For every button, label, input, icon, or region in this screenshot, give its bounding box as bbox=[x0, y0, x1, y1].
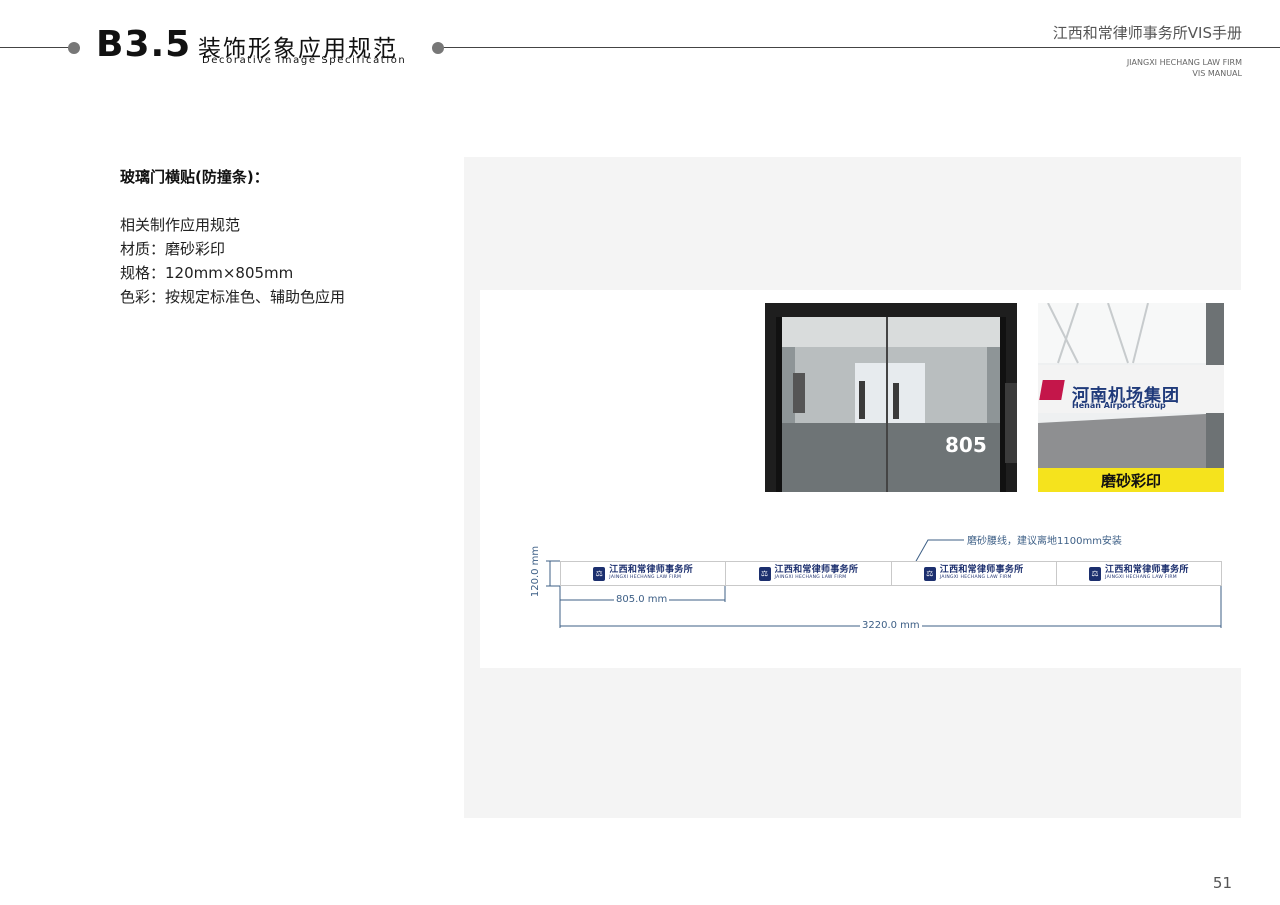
strip-segment: ⚖ 江西和常律师事务所 JAINGXI HECHANG LAW FIRM bbox=[561, 562, 727, 585]
segment-cn: 江西和常律师事务所 bbox=[939, 564, 1024, 575]
glass-door-illustration bbox=[765, 303, 1017, 492]
spec-item: 色彩：按规定标准色、辅助色应用 bbox=[120, 288, 346, 306]
strip-segment: ⚖ 江西和常律师事务所 JAINGXI HECHANG LAW FIRM bbox=[892, 562, 1057, 585]
spec-item: 规格：120mm×805mm bbox=[120, 264, 294, 282]
frosted-print-photo: 河南机场集团 Henan Airport Group 磨砂彩印 bbox=[1038, 303, 1224, 492]
segment-en: JAINGXI HECHANG LAW FIRM bbox=[774, 574, 847, 580]
segment-en: JAINGXI HECHANG LAW FIRM bbox=[609, 574, 682, 580]
strip-segment: ⚖ 江西和常律师事务所 JAINGXI HECHANG LAW FIRM bbox=[726, 562, 892, 585]
page-number: 51 bbox=[1212, 874, 1232, 892]
law-firm-logo-icon: ⚖ bbox=[923, 566, 936, 581]
manual-en-line1: JIANGXI HECHANG LAW FIRM bbox=[1126, 58, 1242, 67]
segment-dimension-label: 805.0 mm bbox=[614, 594, 670, 605]
total-dimension-label: 3220.0 mm bbox=[860, 620, 922, 631]
height-dimension-label: 120.0 mm bbox=[530, 543, 542, 600]
manual-title-en: JIANGXI HECHANG LAW FIRM VIS MANUAL bbox=[1127, 57, 1242, 79]
strip-segment: ⚖ 江西和常律师事务所 JAINGXI HECHANG LAW FIRM bbox=[1057, 562, 1221, 585]
header-rule-left bbox=[0, 47, 72, 48]
installation-note: 磨砂腰线，建议离地1100mm安装 bbox=[967, 536, 1122, 547]
spec-list: 相关制作应用规范 材质：磨砂彩印 规格：120mm×805mm 色彩：按规定标准… bbox=[120, 213, 345, 309]
law-firm-logo-icon: ⚖ bbox=[758, 566, 771, 581]
law-firm-logo-icon: ⚖ bbox=[1089, 566, 1102, 581]
header-rule-right bbox=[444, 47, 1280, 48]
segment-en: JAINGXI HECHANG LAW FIRM bbox=[939, 574, 1012, 580]
sign-subtitle: Henan Airport Group bbox=[1072, 401, 1166, 410]
header-dot-right bbox=[432, 42, 444, 54]
section-code: B3.5 bbox=[96, 24, 192, 65]
law-firm-logo-icon: ⚖ bbox=[593, 566, 606, 581]
page-title-en: Decorative Image Specification bbox=[202, 55, 407, 66]
airport-logo-mark bbox=[1039, 380, 1065, 400]
spec-item: 材质：磨砂彩印 bbox=[120, 240, 226, 258]
sign-caption: 磨砂彩印 bbox=[1038, 468, 1224, 492]
section-title: 玻璃门横贴(防撞条)： bbox=[120, 168, 269, 186]
manual-en-line2: VIS MANUAL bbox=[1192, 69, 1242, 78]
segment-cn: 江西和常律师事务所 bbox=[1105, 564, 1189, 575]
door-size-label: 805 bbox=[945, 433, 987, 457]
segment-cn: 江西和常律师事务所 bbox=[774, 564, 859, 575]
segment-en: JAINGXI HECHANG LAW FIRM bbox=[1105, 574, 1177, 580]
spec-item: 相关制作应用规范 bbox=[120, 216, 241, 234]
frosted-strip-diagram: ⚖ 江西和常律师事务所 JAINGXI HECHANG LAW FIRM ⚖ 江西… bbox=[560, 561, 1222, 586]
header-dot-left bbox=[68, 42, 80, 54]
segment-cn: 江西和常律师事务所 bbox=[609, 564, 693, 575]
manual-title-cn: 江西和常律师事务所VIS手册 bbox=[1052, 24, 1242, 42]
glass-door-photo: 805 bbox=[765, 303, 1017, 492]
